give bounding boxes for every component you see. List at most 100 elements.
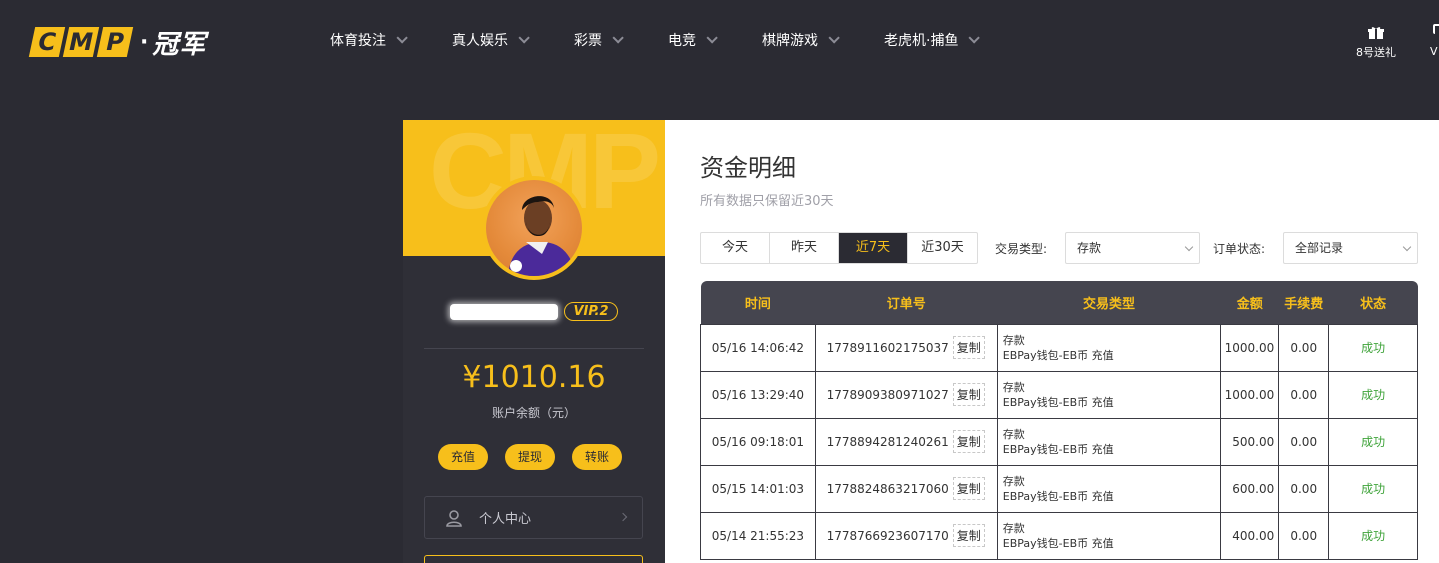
- chevron-down-icon: [968, 32, 981, 44]
- type-name: 存款: [1002, 380, 1025, 394]
- gift-link[interactable]: 8号送礼: [1354, 26, 1398, 60]
- cell-status: 成功: [1328, 370, 1418, 419]
- chevron-down-icon: [828, 32, 840, 44]
- cell-time: 05/16 13:29:40: [700, 370, 816, 419]
- gift-icon: [1368, 27, 1384, 39]
- chevron-down-icon: [612, 32, 624, 44]
- logo-letter: C: [28, 27, 66, 57]
- avatar-figure: [508, 196, 576, 276]
- main-nav: 体育投注 真人娱乐 彩票 电竞 棋牌游戏 老虎机·捕鱼: [330, 30, 1024, 50]
- table-row: 05/16 13:29:40 1778909380971027 复制 存款 EBPa…: [700, 370, 1418, 419]
- cell-order: 1778911602175037 复制: [814, 323, 998, 372]
- type-detail: EBPay钱包-EB币 充值: [1002, 348, 1114, 362]
- cell-time: 05/16 14:06:42: [700, 323, 816, 372]
- tab-7-days[interactable]: 近7天: [839, 233, 908, 263]
- page-subtitle: 所有数据只保留近30天: [700, 194, 834, 209]
- order-number: 1778909380971027: [826, 387, 949, 402]
- cell-amount: 1000.00: [1220, 370, 1280, 419]
- type-detail: EBPay钱包-EB币 充值: [1002, 395, 1114, 409]
- nav-item-sports[interactable]: 体育投注: [330, 30, 408, 50]
- menu-item-active[interactable]: [424, 555, 643, 563]
- chevron-down-icon: [1184, 242, 1194, 252]
- date-range-tabs: 今天 昨天 近7天 近30天: [700, 232, 978, 264]
- logo-letter: P: [96, 27, 134, 57]
- nav-item-card-games[interactable]: 棋牌游戏: [762, 30, 840, 50]
- top-header: C M P · 冠军 体育投注 真人娱乐 彩票 电竞 棋牌游戏 老虎机·捕鱼 8…: [0, 0, 1439, 82]
- cell-type: 存款 EBPay钱包-EB币 充值: [996, 417, 1222, 466]
- transaction-type-select[interactable]: 存款: [1065, 232, 1200, 264]
- vip-badge: VIP.2: [564, 302, 618, 321]
- vip-label[interactable]: V: [1430, 45, 1438, 58]
- avatar[interactable]: [482, 176, 586, 280]
- table-row: 05/16 09:18:01 1778894281240261 复制 存款 EBPa…: [700, 417, 1418, 466]
- cell-type: 存款 EBPay钱包-EB币 充值: [996, 464, 1222, 513]
- logo-text: 冠军: [152, 29, 207, 60]
- type-name: 存款: [1002, 474, 1025, 488]
- table-row: 05/15 14:01:03 1778824863217060 复制 存款 EBPa…: [700, 464, 1418, 513]
- cell-status: 成功: [1328, 323, 1418, 372]
- column-header: 金额: [1220, 281, 1279, 324]
- deposit-button[interactable]: 充值: [438, 444, 488, 470]
- order-number: 1778894281240261: [826, 434, 949, 449]
- cell-type: 存款 EBPay钱包-EB币 充值: [996, 323, 1222, 372]
- order-number: 1778824863217060: [826, 481, 949, 496]
- order-status-select[interactable]: 全部记录: [1283, 232, 1418, 264]
- page-title: 资金明细: [700, 154, 796, 182]
- withdraw-button[interactable]: 提现: [505, 444, 555, 470]
- column-header: 状态: [1328, 281, 1418, 324]
- cell-order: 1778766923607170 复制: [814, 511, 998, 560]
- site-logo[interactable]: C M P · 冠军: [28, 26, 207, 60]
- profile-panel: CMP VIP.2 ¥1010.16 账户余额（元） 充值 提现 转账 个人中心: [403, 120, 665, 563]
- transactions-table: 时间 订单号 交易类型 金额 手续费 状态 05/16 14:06:42 177…: [700, 281, 1418, 560]
- copy-button[interactable]: 复制: [952, 524, 985, 547]
- cell-amount: 1000.00: [1220, 323, 1280, 372]
- chevron-right-icon: [618, 512, 628, 522]
- column-header: 交易类型: [997, 281, 1221, 324]
- cell-order: 1778824863217060 复制: [814, 464, 998, 513]
- cell-status: 成功: [1328, 417, 1418, 466]
- cell-amount: 500.00: [1220, 417, 1280, 466]
- tab-30-days[interactable]: 近30天: [908, 233, 977, 263]
- nav-item-slots-fishing[interactable]: 老虎机·捕鱼: [884, 30, 981, 50]
- tab-yesterday[interactable]: 昨天: [770, 233, 839, 263]
- type-name: 存款: [1002, 333, 1025, 347]
- table-row: 05/14 21:55:23 1778766923607170 复制 存款 EBPa…: [700, 511, 1418, 560]
- column-header: 手续费: [1278, 281, 1329, 324]
- transfer-button[interactable]: 转账: [572, 444, 622, 470]
- tab-today[interactable]: 今天: [701, 233, 770, 263]
- table-header-row: 时间 订单号 交易类型 金额 手续费 状态: [700, 281, 1418, 324]
- cell-time: 05/16 09:18:01: [700, 417, 816, 466]
- gift-label: 8号送礼: [1356, 46, 1396, 59]
- nav-item-label: 体育投注: [330, 33, 386, 49]
- copy-button[interactable]: 复制: [952, 383, 985, 406]
- copy-button[interactable]: 复制: [952, 477, 985, 500]
- logo-letter: M: [62, 27, 100, 57]
- user-row: VIP.2: [403, 302, 665, 321]
- nav-item-label: 老虎机·捕鱼: [884, 33, 959, 49]
- transaction-type-value: 存款: [1077, 241, 1102, 255]
- cell-time: 05/14 21:55:23: [700, 511, 816, 560]
- cell-fee: 0.00: [1278, 511, 1330, 560]
- balance-label: 账户余额（元）: [491, 406, 576, 420]
- cell-amount: 600.00: [1220, 464, 1280, 513]
- nav-item-label: 棋牌游戏: [762, 33, 818, 49]
- menu-item-personal-center[interactable]: 个人中心: [424, 496, 643, 539]
- cell-fee: 0.00: [1278, 464, 1330, 513]
- username-redacted: [450, 303, 559, 320]
- chevron-down-icon: [706, 32, 718, 44]
- copy-button[interactable]: 复制: [952, 430, 985, 453]
- vip-icon[interactable]: [1433, 24, 1439, 34]
- copy-button[interactable]: 复制: [952, 336, 985, 359]
- cell-status: 成功: [1328, 464, 1418, 513]
- chevron-down-icon: [518, 32, 530, 44]
- nav-item-label: 彩票: [574, 33, 602, 49]
- cell-fee: 0.00: [1278, 370, 1330, 419]
- cell-order: 1778894281240261 复制: [814, 417, 998, 466]
- table-row: 05/16 14:06:42 1778911602175037 复制 存款 EBPa…: [700, 323, 1418, 372]
- column-header: 订单号: [815, 281, 998, 324]
- type-detail: EBPay钱包-EB币 充值: [1002, 442, 1114, 456]
- nav-item-esports[interactable]: 电竞: [668, 30, 718, 50]
- nav-item-lottery[interactable]: 彩票: [574, 30, 624, 50]
- nav-item-live-casino[interactable]: 真人娱乐: [452, 30, 530, 50]
- cell-fee: 0.00: [1278, 417, 1330, 466]
